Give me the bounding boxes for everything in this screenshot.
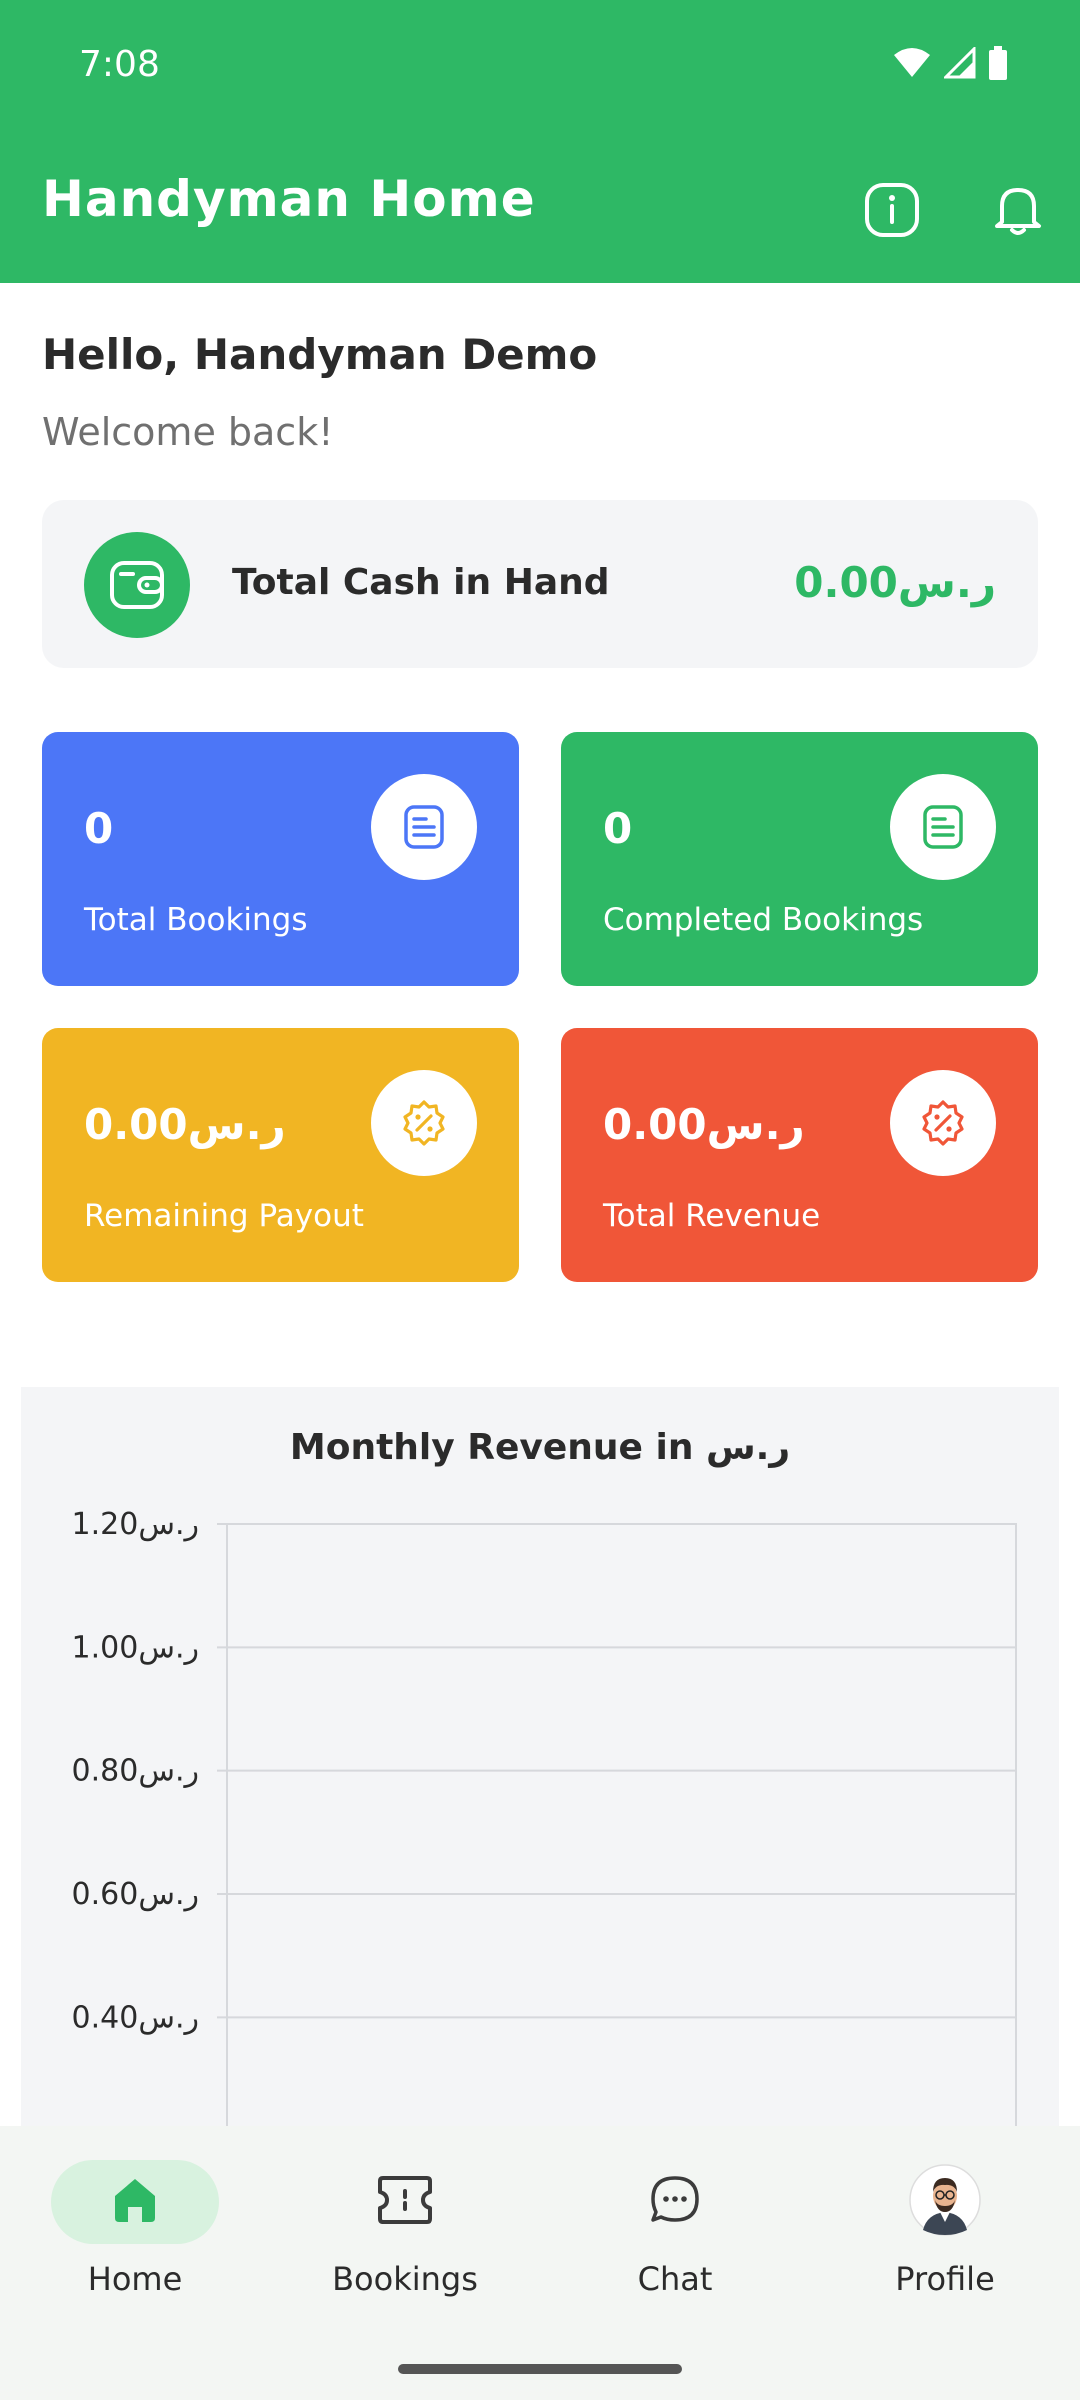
tile-label: Total Revenue (603, 1198, 821, 1234)
y-tick-label: 0.80ر.س (72, 1754, 199, 1789)
total-bookings-tile[interactable]: 0 Total Bookings (42, 732, 519, 986)
wallet-icon (84, 532, 190, 638)
remaining-payout-tile[interactable]: 0.00ر.س Remaining Payout (42, 1028, 519, 1282)
y-tick-label: 0.40ر.س (72, 2000, 199, 2035)
tile-label: Completed Bookings (603, 902, 924, 938)
home-indicator (398, 2364, 682, 2374)
nav-pill (591, 2160, 759, 2244)
nav-pill (861, 2160, 1029, 2244)
chat-icon (649, 2174, 701, 2231)
nav-chat[interactable]: Chat (540, 2160, 810, 2320)
nav-label: Bookings (332, 2260, 478, 2298)
bottom-navigation: Home Bookings Chat Profile (0, 2126, 1080, 2400)
discount-badge-icon (371, 1070, 477, 1176)
cash-in-hand-card[interactable]: Total Cash in Hand 0.00ر.س (42, 500, 1038, 668)
y-tick-label: 0.60ر.س (72, 1877, 199, 1912)
chart-plot: 1.20ر.س1.00ر.س0.80ر.س0.60ر.س0.40ر.س0.20ر… (72, 1507, 1017, 2126)
welcome-text: Welcome back! (42, 410, 334, 454)
cash-label: Total Cash in Hand (232, 562, 610, 603)
app-title: Handyman Home (42, 170, 536, 228)
ticket-icon (376, 2175, 434, 2230)
tile-value: 0.00ر.س (603, 1100, 805, 1149)
total-revenue-tile[interactable]: 0.00ر.س Total Revenue (561, 1028, 1038, 1282)
wifi-icon (892, 47, 932, 84)
avatar (909, 2163, 981, 2241)
status-time: 7:08 (79, 44, 160, 85)
cash-value: 0.00ر.س (794, 558, 996, 607)
app-header: 7:08 Handyman Home (0, 0, 1080, 283)
document-icon (371, 774, 477, 880)
bell-icon[interactable] (988, 180, 1048, 240)
status-icons (892, 45, 1008, 85)
nav-home[interactable]: Home (0, 2160, 270, 2320)
info-icon[interactable] (862, 180, 922, 240)
nav-bookings[interactable]: Bookings (270, 2160, 540, 2320)
nav-label: Profile (895, 2260, 995, 2298)
tile-value: 0 (603, 804, 633, 853)
home-icon (109, 2174, 161, 2231)
tile-label: Remaining Payout (84, 1198, 364, 1234)
y-tick-label: 1.00ر.س (72, 1630, 199, 1665)
tile-value: 0.00ر.س (84, 1100, 286, 1149)
battery-icon (988, 46, 1008, 85)
tile-value: 0 (84, 804, 114, 853)
signal-icon (942, 45, 976, 84)
completed-bookings-tile[interactable]: 0 Completed Bookings (561, 732, 1038, 986)
y-tick-label: 1.20ر.س (72, 1507, 199, 1542)
nav-label: Home (87, 2260, 183, 2298)
nav-profile[interactable]: Profile (810, 2160, 1080, 2320)
nav-pill (51, 2160, 219, 2244)
nav-pill (321, 2160, 489, 2244)
document-icon (890, 774, 996, 880)
greeting-title: Hello, Handyman Demo (42, 330, 598, 379)
plot-frame (226, 1523, 1017, 2126)
discount-badge-icon (890, 1070, 996, 1176)
nav-label: Chat (637, 2260, 713, 2298)
tile-label: Total Bookings (84, 902, 308, 938)
